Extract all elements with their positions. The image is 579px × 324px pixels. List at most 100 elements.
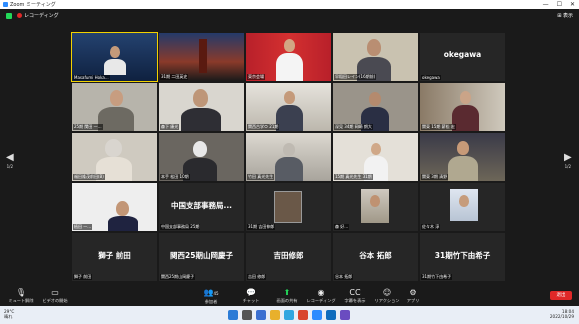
video-tile[interactable]: 関東 3期 清野: [420, 133, 505, 181]
view-button[interactable]: ⊞ 表示: [557, 12, 573, 19]
apps-icon: ⚙: [409, 288, 417, 297]
video-button[interactable]: ▭ ビデオの開始: [34, 288, 76, 304]
video-tile[interactable]: 東京会場: [246, 33, 331, 81]
chevron-left-icon: ◀: [6, 152, 14, 163]
task-view-icon[interactable]: [256, 310, 266, 320]
windows-start-icon[interactable]: [228, 310, 238, 320]
app-icon[interactable]: [340, 310, 350, 320]
video-tile[interactable]: 谷本 拓郎 谷本 拓郎: [333, 233, 418, 281]
captions-label: 字幕を表示: [344, 298, 366, 303]
video-tile[interactable]: 関東 15期 薪松 宏: [420, 83, 505, 131]
participant-name: 関東 15期 薪松 宏: [421, 124, 456, 130]
video-tile[interactable]: Masafumi Hoka...: [71, 32, 158, 82]
participant-figure: [457, 141, 469, 155]
weather-widget[interactable]: 29°C 晴れ: [4, 309, 14, 319]
security-shield-icon[interactable]: [6, 12, 12, 19]
participant-figure: [181, 108, 221, 131]
participant-figure: [284, 91, 295, 104]
video-tile[interactable]: 吉田修郎 吉田 修郎: [246, 233, 331, 281]
participant-name: okegawa: [421, 75, 441, 80]
next-page-button[interactable]: ▶ 1/2: [564, 152, 572, 169]
video-label: ビデオの開始: [42, 298, 68, 303]
video-tile[interactable]: 深見 34期 岡崎 朗大: [333, 83, 418, 131]
video-tile[interactable]: 15期 真光先生 31期: [333, 133, 418, 181]
maximize-button[interactable]: ☐: [557, 1, 562, 8]
edge-icon[interactable]: [284, 310, 294, 320]
leave-meeting-button[interactable]: 退出: [550, 291, 572, 300]
participant-figure: [284, 39, 295, 52]
participant-figure: [276, 53, 303, 81]
participant-figure: [98, 107, 134, 131]
participant-name: 関西25期山岡慶子: [160, 274, 196, 280]
participant-display-name: okegawa: [443, 50, 482, 59]
participant-name: 中国支部事務局 25期: [160, 224, 201, 230]
video-tile[interactable]: 森 好…: [333, 183, 418, 231]
video-tile[interactable]: 植田 一…: [72, 183, 157, 231]
video-tile[interactable]: 31期 二田英史: [159, 33, 244, 81]
participant-name: Masafumi Hoka...: [73, 75, 110, 80]
video-tile[interactable]: 本手 松田 10期: [159, 133, 244, 181]
video-tile[interactable]: 関西古学Ｏ 21期: [246, 83, 331, 131]
video-tile[interactable]: 竹田 真光先生: [246, 133, 331, 181]
video-tile[interactable]: 獅子 前田 獅子 前田: [72, 233, 157, 281]
video-tile[interactable]: 関西25期山岡慶子 関西25期山岡慶子: [159, 233, 244, 281]
profile-photo: [274, 191, 302, 223]
participant-name: 本手 松田 10期: [160, 174, 190, 180]
participant-display-name: 吉田修郎: [273, 251, 304, 260]
video-tile[interactable]: 25期 関田 一…: [72, 83, 157, 131]
search-icon[interactable]: [242, 310, 252, 320]
video-tile[interactable]: 中国支部事務局... 中国支部事務局 25期: [159, 183, 244, 231]
meeting-topbar: レコーディング ⊞ 表示: [0, 9, 579, 22]
video-tile[interactable]: 早稲田レイン(16期前): [333, 33, 418, 81]
participant-name: 吉田 修郎: [247, 274, 267, 280]
participant-figure: [275, 157, 303, 181]
zoom-taskbar-icon[interactable]: [312, 310, 322, 320]
participants-count: 45: [213, 291, 219, 296]
participant-name: 31期竹下由希子: [421, 274, 453, 280]
video-tile[interactable]: 森下 康光: [159, 83, 244, 131]
participant-figure: [371, 143, 381, 155]
recording-label: レコーディング: [24, 13, 59, 19]
participant-figure: [108, 216, 138, 231]
video-tile[interactable]: 福田隆茂前田(B): [72, 133, 157, 181]
participant-figure: [460, 91, 471, 104]
participant-name: 獅子 前田: [73, 274, 93, 280]
participant-figure: [105, 139, 122, 157]
video-tile[interactable]: 31期竹下由希子 31期竹下由希子: [420, 233, 505, 281]
participants-label: 参加者: [204, 299, 218, 304]
video-tile[interactable]: 佐々木 淳: [420, 183, 505, 231]
participant-figure: [452, 105, 479, 131]
participant-figure: [369, 92, 381, 106]
clock-date: 2022/10/29: [549, 314, 574, 319]
prev-page-button[interactable]: ◀ 1/2: [6, 152, 14, 169]
video-camera-off-icon: ▭: [51, 288, 59, 297]
participant-figure: [448, 156, 478, 181]
mute-label: ミュート解除: [8, 298, 34, 303]
chrome-icon[interactable]: [298, 310, 308, 320]
close-button[interactable]: ✕: [570, 1, 575, 8]
window-titlebar: Zoom ミーティング — ☐ ✕: [0, 0, 579, 9]
participants-button[interactable]: 👥45 参加者: [190, 288, 232, 305]
minimize-button[interactable]: —: [543, 1, 549, 8]
participant-name: 15期 真光先生 31期: [334, 174, 373, 180]
system-clock[interactable]: 18:04 2022/10/29: [550, 309, 574, 319]
apps-button[interactable]: ⚙ アプリ: [392, 288, 434, 304]
participant-figure: [193, 89, 208, 107]
participant-name: 25期 関田 一…: [73, 124, 103, 130]
participant-name: 関東 3期 清野: [421, 174, 449, 180]
file-explorer-icon[interactable]: [270, 310, 280, 320]
participant-figure: [104, 59, 126, 75]
meeting-toolbar: 🎙 ミュート解除 ▭ ビデオの開始 👥45 参加者 💬 チャット ⬆ 画面の共有…: [0, 287, 579, 305]
mail-icon[interactable]: [326, 310, 336, 320]
participant-figure: [283, 143, 295, 156]
participant-display-name: 中国支部事務局...: [170, 201, 233, 210]
participant-display-name: 関西25期山岡慶子: [170, 251, 233, 260]
participant-figure: [110, 90, 123, 106]
record-label: レコーディング: [306, 298, 336, 303]
page-indicator-left: 1/2: [6, 164, 14, 169]
participant-figure: [459, 195, 469, 207]
video-tile[interactable]: okegawa okegawa: [420, 33, 505, 81]
video-tile[interactable]: 31期 吉田伸郎: [246, 183, 331, 231]
recording-icon: [17, 13, 22, 18]
participant-name: 植田 一…: [73, 224, 93, 230]
